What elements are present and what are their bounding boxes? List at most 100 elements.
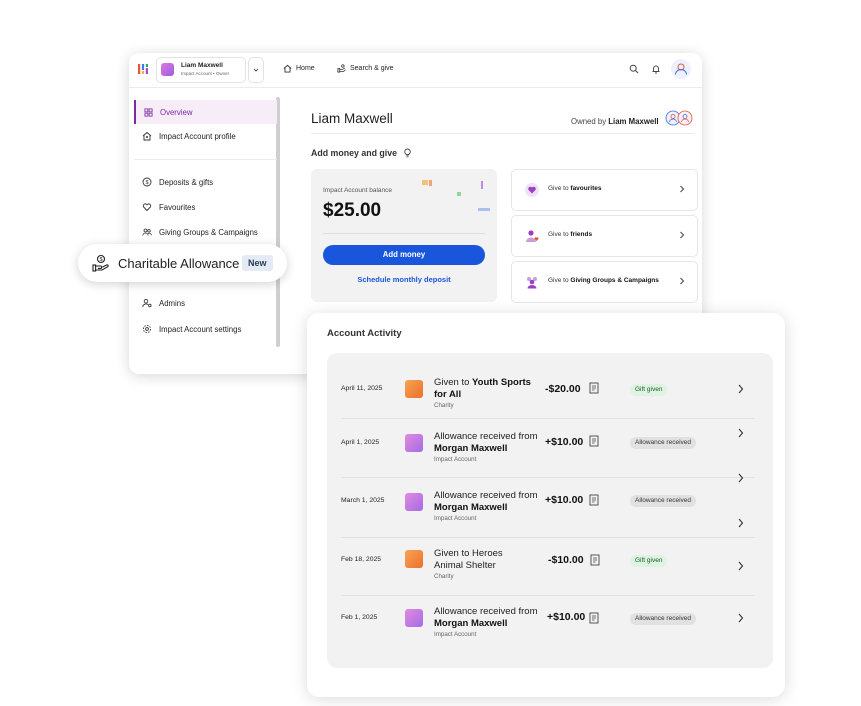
activity-list: April 11, 2025 Given to Youth Sports for…: [327, 353, 773, 668]
receipt-icon[interactable]: [589, 435, 600, 447]
receipt-icon[interactable]: [589, 612, 600, 624]
owned-by-text: Owned by Liam Maxwell: [571, 117, 659, 126]
heart-badge-icon: [524, 182, 540, 198]
account-thumbnail: [405, 434, 423, 452]
status-badge: Allowance received: [630, 613, 697, 625]
chevron-right-icon[interactable]: [737, 383, 744, 395]
chevron-right-icon: [679, 184, 685, 194]
activity-row[interactable]: April 11, 2025 Given to Youth Sports for…: [341, 361, 755, 418]
receipt-icon[interactable]: [590, 554, 601, 566]
sidebar-item-label: Giving Groups & Campaigns: [159, 227, 258, 237]
chevron-right-icon[interactable]: [737, 472, 744, 484]
nav-home-link[interactable]: Home: [283, 64, 315, 73]
activity-description: Given to Heroes Animal Shelter Charity: [434, 548, 524, 581]
app-logo-icon: [138, 64, 148, 74]
schedule-deposit-link[interactable]: Schedule monthly deposit: [323, 275, 485, 284]
confetti-decoration: [478, 208, 490, 211]
activity-amount: -$10.00: [548, 554, 584, 566]
search-icon[interactable]: [629, 64, 639, 74]
people-icon: [142, 227, 152, 237]
add-money-button[interactable]: Add money: [323, 245, 485, 265]
activity-description: Allowance received from Morgan Maxwell I…: [434, 606, 539, 639]
status-badge: Allowance received: [630, 495, 697, 507]
lightbulb-icon[interactable]: [403, 148, 412, 158]
give-to-favourites-card[interactable]: Give to favourites: [511, 169, 698, 211]
activity-subtext: Impact Account: [434, 456, 477, 463]
activity-amount: -$20.00: [545, 383, 581, 395]
owned-by-name: Liam Maxwell: [608, 117, 659, 126]
chevron-right-icon[interactable]: [737, 427, 744, 439]
chevron-right-icon[interactable]: [737, 612, 744, 624]
charitable-allowance-menu-item[interactable]: $ Charitable Allowance New: [78, 244, 287, 282]
charity-thumbnail: [405, 380, 423, 398]
receipt-icon[interactable]: [589, 494, 600, 506]
activity-row[interactable]: March 1, 2025 Allowance received from Mo…: [341, 473, 755, 535]
status-badge: Gift given: [630, 555, 668, 567]
activity-desc-bold: Morgan Maxwell: [434, 501, 508, 513]
svg-text:$: $: [99, 257, 102, 263]
activity-description: Given to Youth Sports for All Charity: [434, 377, 539, 410]
chevron-right-icon[interactable]: [737, 560, 744, 572]
account-dropdown-button[interactable]: [248, 57, 264, 83]
activity-date: April 1, 2025: [341, 439, 380, 446]
activity-desc-text: Allowance received from: [434, 606, 538, 617]
give-label: Give to favourites: [548, 185, 601, 192]
give-target: Giving Groups & Campaigns: [570, 277, 659, 284]
person-heart-icon: [524, 228, 540, 244]
activity-row[interactable]: Feb 1, 2025 Allowance received from Morg…: [341, 596, 755, 653]
sidebar-item-deposits[interactable]: $ Deposits & gifts: [134, 170, 277, 194]
activity-row[interactable]: April 1, 2025 Allowance received from Mo…: [341, 419, 755, 476]
person-gear-icon: [142, 298, 152, 308]
sidebar-item-label: Deposits & gifts: [159, 177, 214, 187]
charitable-allowance-label: Charitable Allowance: [118, 256, 240, 271]
give-label: Give to friends: [548, 231, 592, 238]
sidebar-item-label: Favourites: [159, 202, 196, 212]
balance-card: Impact Account balance $25.00 Add money …: [311, 169, 497, 302]
chevron-right-icon[interactable]: [737, 517, 744, 529]
sidebar-item-label: Impact Account profile: [159, 131, 236, 141]
nav-home-label: Home: [296, 65, 315, 72]
sidebar-item-label: Admins: [159, 298, 185, 308]
activity-title: Account Activity: [327, 328, 402, 339]
owner-avatars: [665, 110, 693, 126]
svg-text:$: $: [145, 180, 148, 186]
sidebar-item-giving-groups[interactable]: Giving Groups & Campaigns: [134, 220, 277, 244]
activity-date: March 1, 2025: [341, 497, 385, 504]
account-activity-panel: Account Activity April 11, 2025 Given to…: [307, 313, 785, 697]
give-prefix: Give to: [548, 185, 569, 192]
give-to-friends-card[interactable]: Give to friends: [511, 215, 698, 257]
receipt-icon[interactable]: [589, 382, 600, 394]
confetti-decoration: [422, 180, 428, 185]
activity-amount: +$10.00: [545, 436, 584, 448]
owned-by-prefix: Owned by: [571, 117, 607, 126]
activity-desc-bold: Morgan Maxwell: [434, 617, 508, 629]
give-prefix: Give to: [548, 277, 569, 284]
activity-date: April 11, 2025: [341, 385, 383, 392]
user-avatar[interactable]: [671, 59, 691, 79]
chevron-right-icon: [679, 230, 685, 240]
activity-date: Feb 1, 2025: [341, 614, 378, 621]
nav-search-give-link[interactable]: Search & give: [337, 64, 394, 73]
heart-icon: [142, 202, 152, 212]
sidebar-item-overview[interactable]: Overview: [134, 100, 277, 124]
sidebar-item-label: Overview: [160, 107, 193, 117]
activity-date: Feb 18, 2025: [341, 556, 382, 563]
activity-subtext: Impact Account: [434, 515, 477, 522]
activity-desc-text: Allowance received from: [434, 431, 538, 442]
activity-amount: +$10.00: [545, 494, 584, 506]
confetti-decoration: [457, 192, 461, 196]
charity-thumbnail: [405, 550, 423, 568]
activity-row[interactable]: Feb 18, 2025 Given to Heroes Animal Shel…: [341, 538, 755, 595]
sidebar-item-settings[interactable]: Impact Account settings: [134, 317, 277, 341]
activity-description: Allowance received from Morgan Maxwell I…: [434, 431, 539, 464]
account-thumbnail: [405, 493, 423, 511]
bell-icon[interactable]: [651, 64, 661, 74]
account-switcher[interactable]: Liam Maxwell Impact Account • Owner: [156, 57, 246, 83]
sidebar-item-profile[interactable]: Impact Account profile: [134, 124, 277, 148]
sidebar-item-favourites[interactable]: Favourites: [134, 195, 277, 219]
sidebar-item-admins[interactable]: Admins: [134, 291, 277, 315]
give-to-groups-card[interactable]: Give to Giving Groups & Campaigns: [511, 261, 698, 303]
chevron-right-icon: [679, 276, 685, 286]
give-prefix: Give to: [548, 231, 569, 238]
page-title: Liam Maxwell: [311, 111, 393, 126]
